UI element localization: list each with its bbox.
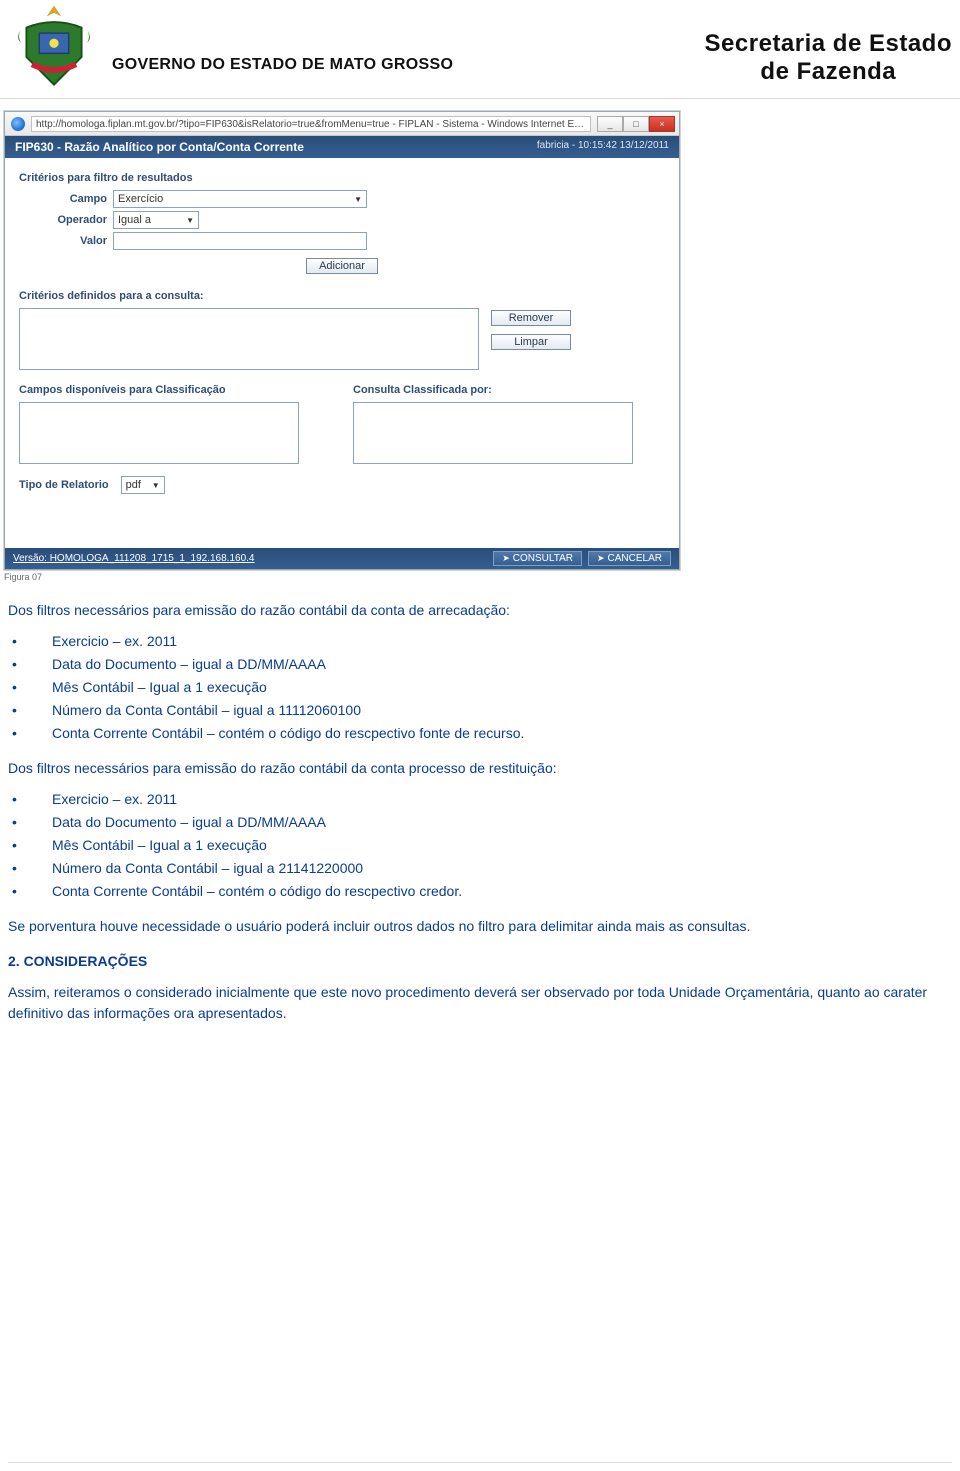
- note-para: Se porventura houve necessidade o usuári…: [8, 916, 952, 937]
- list-item: Mês Contábil – Igual a 1 execução: [8, 677, 952, 698]
- campo-label: Campo: [19, 193, 107, 205]
- filter-section-label: Critérios para filtro de resultados: [19, 172, 665, 184]
- page-header: GOVERNO DO ESTADO DE MATO GROSSO Secreta…: [0, 0, 960, 99]
- report-title: FIP630 - Razão Analítico por Conta/Conta…: [15, 140, 304, 154]
- valor-input[interactable]: [113, 232, 367, 250]
- consulta-classificada-label: Consulta Classificada por:: [353, 384, 665, 396]
- arrow-right-icon: ➤: [502, 553, 510, 564]
- tipo-relatorio-row: Tipo de Relatorio pdf ▼: [19, 476, 665, 494]
- campo-value: Exercício: [118, 193, 163, 205]
- adicionar-button[interactable]: Adicionar: [306, 258, 378, 274]
- defined-criteria-label: Critérios definidos para a consulta:: [19, 290, 665, 302]
- maximize-button[interactable]: □: [623, 116, 649, 132]
- consultar-button[interactable]: ➤CONSULTAR: [493, 551, 582, 566]
- chevron-down-icon: ▼: [186, 216, 194, 225]
- campos-disponiveis-col: Campos disponíveis para Classificação: [19, 384, 331, 464]
- intro-para-1: Dos filtros necessários para emissão do …: [8, 600, 952, 621]
- defined-side-buttons: Remover Limpar: [491, 310, 571, 350]
- form-area: Critérios para filtro de resultados Camp…: [5, 158, 679, 500]
- secretaria-line2: de Fazenda: [705, 58, 952, 86]
- state-crest-icon: [8, 0, 100, 92]
- list-item: Conta Corrente Contábil – contém o códig…: [8, 881, 952, 902]
- secretaria-line1: Secretaria de Estado: [705, 30, 952, 58]
- campo-row: Campo Exercício ▼: [19, 190, 665, 208]
- consulta-classificada-col: Consulta Classificada por:: [353, 384, 665, 464]
- operador-label: Operador: [19, 214, 107, 226]
- operador-select[interactable]: Igual a ▼: [113, 211, 199, 229]
- arrow-right-icon: ➤: [597, 553, 605, 564]
- consultar-label: CONSULTAR: [513, 553, 573, 564]
- consideracoes-para: Assim, reiteramos o considerado inicialm…: [8, 982, 952, 1024]
- list-item: Conta Corrente Contábil – contém o códig…: [8, 723, 952, 744]
- list-arrecadacao: Exercicio – ex. 2011 Data do Documento –…: [8, 631, 952, 744]
- operador-value: Igual a: [118, 214, 151, 226]
- campos-disponiveis-box[interactable]: [19, 402, 299, 464]
- operador-row: Operador Igual a ▼: [19, 211, 665, 229]
- classification-row: Campos disponíveis para Classificação Co…: [19, 384, 665, 464]
- limpar-button[interactable]: Limpar: [491, 334, 571, 350]
- consulta-classificada-box[interactable]: [353, 402, 633, 464]
- valor-label: Valor: [19, 235, 107, 247]
- campos-disponiveis-label: Campos disponíveis para Classificação: [19, 384, 331, 396]
- ie-icon: [11, 117, 25, 131]
- chevron-down-icon: ▼: [354, 195, 362, 204]
- tipo-relatorio-select[interactable]: pdf ▼: [121, 476, 165, 494]
- window-titlebar: http://homologa.fiplan.mt.gov.br/?tipo=F…: [5, 112, 679, 136]
- footer-buttons: ➤CONSULTAR ➤CANCELAR: [493, 551, 671, 566]
- app-body: FIP630 - Razão Analítico por Conta/Conta…: [5, 136, 679, 569]
- window-buttons: _ □ ×: [597, 116, 675, 132]
- tipo-relatorio-value: pdf: [126, 479, 141, 491]
- list-item: Número da Conta Contábil – igual a 21141…: [8, 858, 952, 879]
- secretaria-title: Secretaria de Estado de Fazenda: [705, 30, 952, 86]
- tipo-relatorio-label: Tipo de Relatorio: [19, 479, 109, 491]
- defined-criteria-row: Remover Limpar: [19, 308, 665, 370]
- figure-caption: Figura 07: [4, 572, 960, 582]
- address-bar[interactable]: http://homologa.fiplan.mt.gov.br/?tipo=F…: [31, 116, 591, 132]
- gov-title: GOVERNO DO ESTADO DE MATO GROSSO: [112, 56, 453, 74]
- session-meta: fabricia - 10:15:42 13/12/2011: [537, 140, 669, 154]
- adicionar-wrap: Adicionar: [19, 258, 665, 274]
- list-restituicao: Exercicio – ex. 2011 Data do Documento –…: [8, 789, 952, 902]
- intro-para-2: Dos filtros necessários para emissão do …: [8, 758, 952, 779]
- app-window: http://homologa.fiplan.mt.gov.br/?tipo=F…: [4, 111, 680, 570]
- app-footer: Versão: HOMOLOGA_111208_1715_1_192.168.1…: [5, 548, 679, 569]
- list-item: Número da Conta Contábil – igual a 11112…: [8, 700, 952, 721]
- list-item: Data do Documento – igual a DD/MM/AAAA: [8, 812, 952, 833]
- page-footer-rule: [8, 1462, 952, 1463]
- chevron-down-icon: ▼: [152, 481, 160, 490]
- list-item: Exercicio – ex. 2011: [8, 789, 952, 810]
- report-titlebar: FIP630 - Razão Analítico por Conta/Conta…: [5, 136, 679, 158]
- minimize-button[interactable]: _: [597, 116, 623, 132]
- list-item: Data do Documento – igual a DD/MM/AAAA: [8, 654, 952, 675]
- consideracoes-heading: 2. CONSIDERAÇÕES: [8, 951, 952, 972]
- valor-row: Valor: [19, 232, 665, 250]
- remover-button[interactable]: Remover: [491, 310, 571, 326]
- version-label: Versão: HOMOLOGA_111208_1715_1_192.168.1…: [13, 553, 254, 564]
- close-button[interactable]: ×: [649, 116, 675, 132]
- list-item: Exercicio – ex. 2011: [8, 631, 952, 652]
- cancelar-button[interactable]: ➤CANCELAR: [588, 551, 671, 566]
- document-body: Dos filtros necessários para emissão do …: [0, 600, 960, 1042]
- list-item: Mês Contábil – Igual a 1 execução: [8, 835, 952, 856]
- cancelar-label: CANCELAR: [608, 553, 662, 564]
- defined-criteria-box[interactable]: [19, 308, 479, 370]
- campo-select[interactable]: Exercício ▼: [113, 190, 367, 208]
